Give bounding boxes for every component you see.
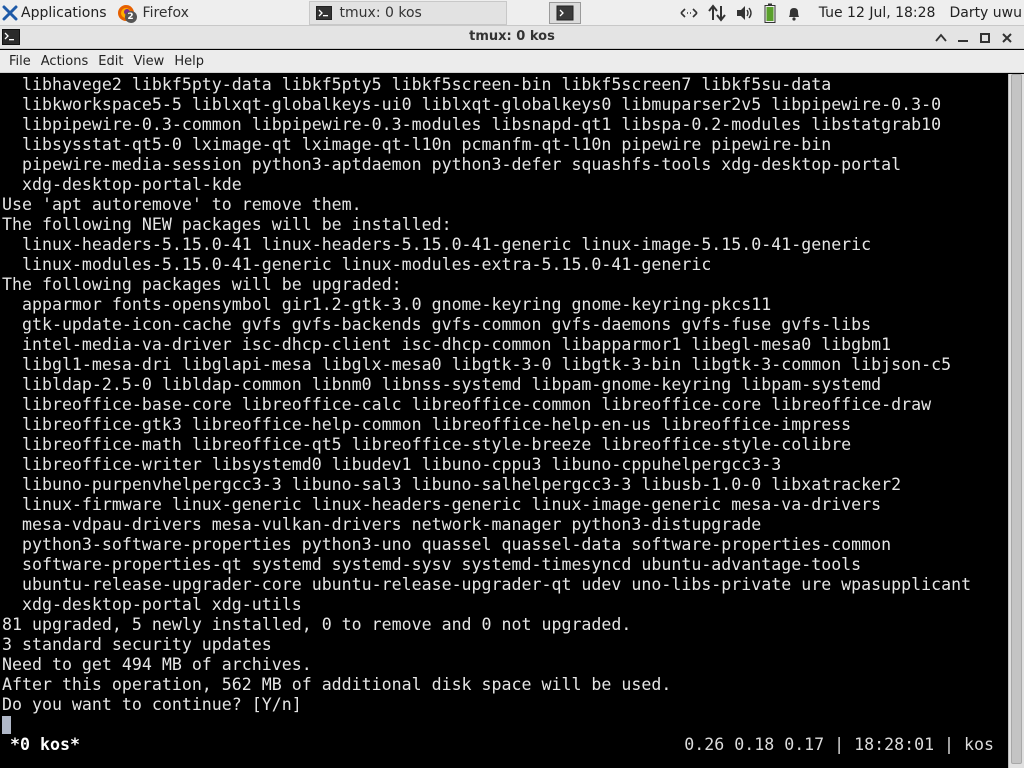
terminal-line: intel-media-va-driver isc-dhcp-client is… [2, 335, 892, 354]
xfce-mouse-icon [2, 5, 18, 20]
terminal-line: libkworkspace5-5 liblxqt-globalkeys-ui0 … [2, 95, 942, 114]
menu-actions[interactable]: Actions [36, 54, 94, 69]
applications-menu-button[interactable]: Applications [0, 0, 111, 26]
terminal-line: pipewire-media-session python3-aptdaemon… [2, 155, 902, 174]
terminal-scrollbar[interactable] [1008, 74, 1024, 768]
maximize-icon [980, 32, 990, 43]
terminal-line: libsysstat-qt5-0 lximage-qt lximage-qt-l… [2, 135, 832, 154]
battery-icon[interactable] [764, 3, 776, 23]
scrollbar-thumb[interactable] [1011, 74, 1022, 764]
terminal-line: linux-headers-5.15.0-41 linux-headers-5.… [2, 235, 872, 254]
menu-help[interactable]: Help [169, 54, 209, 69]
firefox-window-count-badge: 2 [124, 10, 137, 23]
menu-bar: File Actions Edit View Help [0, 50, 1024, 73]
terminal-line: xdg-desktop-portal xdg-utils [2, 595, 302, 614]
volume-icon[interactable] [736, 5, 754, 21]
minimize-icon [958, 39, 968, 42]
terminal-line: python3-software-properties python3-uno … [2, 535, 892, 554]
window-title: tmux: 0 kos [469, 29, 555, 44]
terminal-line: 3 standard security updates [2, 635, 272, 654]
terminal-line: The following NEW packages will be insta… [2, 215, 452, 234]
terminal-line: linux-modules-5.15.0-41-generic linux-mo… [2, 255, 712, 274]
terminal-output[interactable]: libhavege2 libkf5pty-data libkf5pty5 lib… [0, 74, 1008, 768]
terminal-line: ubuntu-release-upgrader-core ubuntu-rele… [2, 575, 972, 594]
tmux-status-info: 0.26 0.18 0.17 | 18:28:01 | kos [684, 735, 994, 754]
taskbar-item-firefox-label: Firefox [142, 4, 189, 21]
minimize-button[interactable] [952, 29, 974, 46]
terminal-line: xdg-desktop-portal-kde [2, 175, 242, 194]
terminal-line: apparmor fonts-opensymbol gir1.2-gtk-3.0… [2, 295, 772, 314]
transfer-icon[interactable] [707, 3, 726, 22]
chevron-up-icon [935, 33, 947, 42]
terminal-line: mesa-vdpau-drivers mesa-vulkan-drivers n… [2, 515, 762, 534]
terminal-line: gtk-update-icon-cache gvfs gvfs-backends… [2, 315, 872, 334]
terminal-line: After this operation, 562 MB of addition… [2, 675, 672, 694]
user-name[interactable]: Darty uwu [949, 5, 1022, 21]
terminal-line: libreoffice-base-core libreoffice-calc l… [2, 395, 932, 414]
terminal-line: Need to get 494 MB of archives. [2, 655, 312, 674]
applications-label: Applications [21, 4, 107, 21]
terminal-line: Use 'apt autoremove' to remove them. [2, 195, 362, 214]
terminal-line: libgl1-mesa-dri libglapi-mesa libglx-mes… [2, 355, 952, 374]
bell-icon[interactable] [786, 5, 802, 21]
taskbar-item-firefox[interactable]: 2 Firefox [111, 1, 307, 25]
terminal-icon [556, 5, 574, 20]
taskbar-item-tmux-label: tmux: 0 kos [339, 4, 422, 21]
terminal-line: libreoffice-writer libsystemd0 libudev1 … [2, 455, 782, 474]
taskbar-item-tmux[interactable]: tmux: 0 kos [308, 0, 507, 25]
terminal-line: libuno-purpenvhelpergcc3-3 libuno-sal3 l… [2, 475, 902, 494]
show-desktop-button[interactable] [548, 1, 581, 24]
terminal-line: libreoffice-gtk3 libreoffice-help-common… [2, 415, 852, 434]
terminal-lines: libhavege2 libkf5pty-data libkf5pty5 lib… [2, 75, 971, 715]
terminal-line: libldap-2.5-0 libldap-common libnm0 libn… [2, 375, 882, 394]
terminal-line: Do you want to continue? [Y/n] [2, 695, 302, 714]
maximize-button[interactable] [974, 29, 996, 46]
network-icon[interactable] [680, 6, 698, 20]
window-titlebar[interactable]: tmux: 0 kos [0, 26, 1024, 49]
system-tray: Tue 12 Jul, 18:28 Darty uwu [675, 0, 1024, 26]
terminal-line: linux-firmware linux-generic linux-heade… [2, 495, 882, 514]
terminal-line: libreoffice-math libreoffice-qt5 libreof… [2, 435, 852, 454]
terminal-line: libpipewire-0.3-common libpipewire-0.3-m… [2, 115, 942, 134]
close-icon [1002, 32, 1012, 43]
top-panel: Applications 2 Firefox tmux: 0 kos Tue 1… [0, 0, 1024, 26]
terminal-line: The following packages will be upgraded: [2, 275, 402, 294]
menu-edit[interactable]: Edit [93, 54, 128, 69]
keep-above-button[interactable] [930, 29, 952, 46]
terminal-line: libhavege2 libkf5pty-data libkf5pty5 lib… [2, 75, 832, 94]
terminal-line: software-properties-qt systemd systemd-s… [2, 555, 862, 574]
terminal-icon [315, 5, 332, 20]
terminal-line: 81 upgraded, 5 newly installed, 0 to rem… [2, 615, 632, 634]
menu-view[interactable]: View [128, 54, 169, 69]
menu-file[interactable]: File [4, 54, 36, 69]
terminal-cursor [2, 716, 11, 734]
tmux-status-window: *0 kos* [10, 735, 80, 754]
close-button[interactable] [996, 29, 1018, 46]
clock[interactable]: Tue 12 Jul, 18:28 [819, 5, 936, 21]
